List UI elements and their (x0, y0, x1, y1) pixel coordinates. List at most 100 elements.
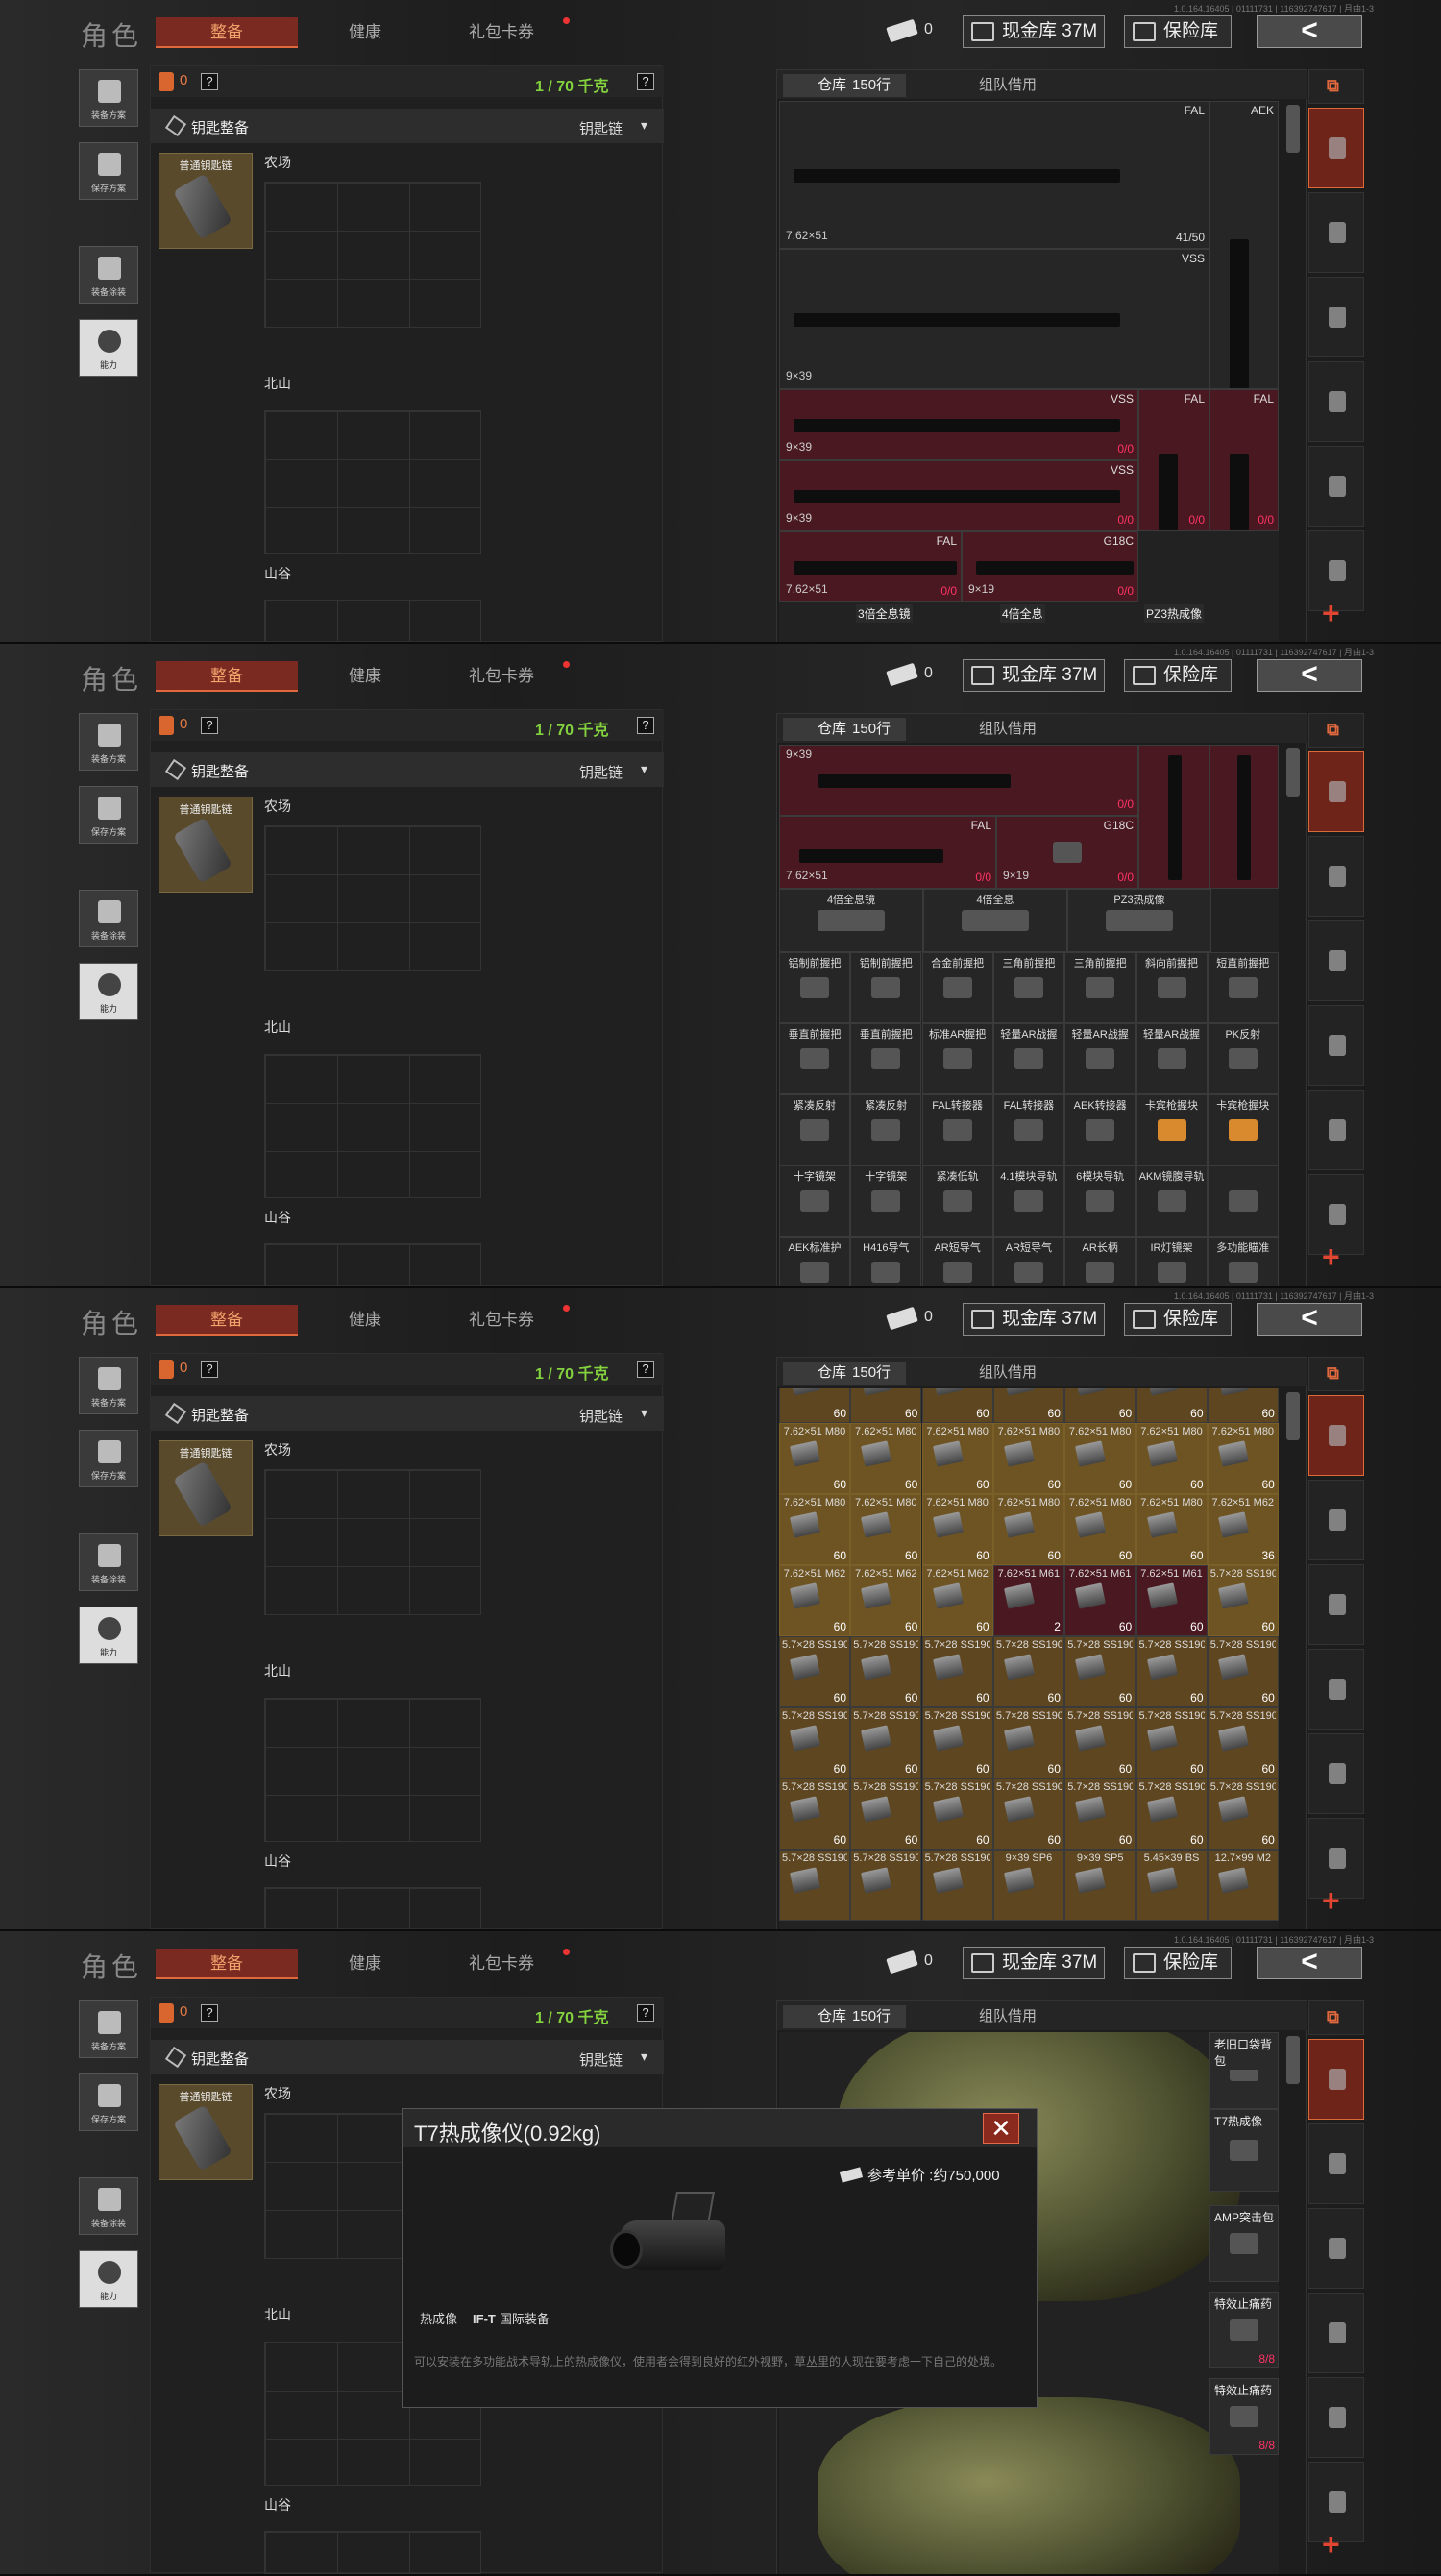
scope-cell[interactable]: 4倍全息镜 (779, 889, 923, 952)
category-tab-3[interactable] (1308, 1564, 1364, 1645)
category-tab-5[interactable] (1308, 1090, 1364, 1170)
item-aek-cell[interactable]: AEK (1209, 101, 1279, 389)
category-tab-2[interactable] (1308, 1480, 1364, 1560)
tab-loadout[interactable]: 整备 (156, 661, 298, 692)
category-tab-4[interactable] (1308, 1005, 1364, 1086)
ammo-stack-cell[interactable]: 5.7×28 SS190 60 (1064, 1707, 1136, 1779)
attachment-cell[interactable] (1207, 1165, 1279, 1237)
close-button[interactable]: ✕ (983, 2113, 1019, 2144)
ammo-stack-cell[interactable]: 7.62×51 M80 60 (850, 1423, 922, 1494)
ammo-stack-cell[interactable]: 9×39 SP5 (1064, 1850, 1136, 1921)
attachment-cell[interactable]: 斜向前握把 (1136, 952, 1208, 1023)
attachment-cell[interactable]: 轻量AR战握 (992, 1023, 1064, 1094)
ammo-stack-cell[interactable]: 7.62×51 M80 60 (1064, 1494, 1136, 1565)
rail-helmet[interactable]: 装备涂装 (79, 246, 138, 304)
attachment-cell[interactable]: 十字镜架 (779, 1165, 850, 1237)
ammo-stack-cell[interactable]: 7.62×51 M80 60 (779, 1494, 850, 1565)
ammo-stack-cell[interactable]: 5.7×28 SS190 60 (779, 1707, 850, 1779)
armor-help-icon[interactable]: ? (201, 73, 218, 90)
ammo-stack-cell[interactable]: 5.7×28 SS190 60 (1207, 1565, 1279, 1636)
category-sort-button[interactable]: ⧉ (1308, 2000, 1364, 2035)
ammo-stack-cell[interactable]: 5.7×28 SS190 60 (1064, 1636, 1136, 1707)
rail-backpack[interactable]: 装备方案 (79, 1357, 138, 1414)
tab-team-borrow[interactable]: 组队借用 (979, 2005, 1037, 2028)
ammo-stack-cell[interactable]: 5.7×28 SS190 60 (779, 1779, 850, 1850)
attachment-cell[interactable]: 垂直前握把 (850, 1023, 922, 1094)
ammo-stack-cell[interactable]: 7.62×51 M80 60 (921, 1423, 993, 1494)
safe-vault-button[interactable]: 保险库 (1124, 15, 1232, 48)
attachment-cell[interactable]: 紧凑反射 (779, 1094, 850, 1165)
back-button[interactable]: < (1257, 659, 1362, 692)
rail-ability[interactable]: 能力 (79, 319, 138, 377)
item-rifle-vertical-cell[interactable] (1209, 745, 1279, 889)
ammo-stack-cell[interactable]: 5.7×28 SS190 60 (1207, 1636, 1279, 1707)
category-tab-1[interactable] (1308, 751, 1364, 832)
item-vss-cell[interactable]: VSS 9×39 (779, 249, 1209, 389)
attachment-cell[interactable]: 6模块导轨 (1064, 1165, 1136, 1237)
attachment-cell[interactable]: 铝制前握把 (850, 952, 922, 1023)
attachment-cell[interactable]: FAL转接器 (921, 1094, 993, 1165)
attachment-cell[interactable]: 紧凑低轨 (921, 1165, 993, 1237)
keychain-select[interactable]: 钥匙链 (579, 762, 623, 782)
key-loadout-bar[interactable]: 钥匙整备 钥匙链 ▾ (151, 109, 664, 143)
ammo-stack-cell[interactable]: 9×39 SP6 (992, 1850, 1064, 1921)
ammo-stack-cell[interactable]: 7.62×51 M61 60 (1064, 1565, 1136, 1636)
safe-vault-button[interactable]: 保险库 (1124, 659, 1232, 692)
side-item-cell[interactable]: 老旧口袋背包 (1209, 2032, 1279, 2109)
safe-vault-button[interactable]: 保险库 (1124, 1303, 1232, 1336)
item-g18c-cell[interactable]: G18C 9×19 0/0 (962, 531, 1138, 602)
cash-vault-button[interactable]: 现金库 37M (963, 15, 1105, 48)
back-button[interactable]: < (1257, 1303, 1362, 1336)
cash-vault-button[interactable]: 现金库 37M (963, 659, 1105, 692)
weight-help-icon[interactable]: ? (637, 1361, 654, 1378)
attachment-cell[interactable]: AR短导气 (992, 1237, 1064, 1286)
cash-vault-button[interactable]: 现金库 37M (963, 1947, 1105, 1979)
ammo-stack-cell[interactable]: 5.7×28 SS190 (850, 1850, 922, 1921)
rail-backpack[interactable]: 装备方案 (79, 69, 138, 127)
ammo-stack-cell[interactable]: 7.62×51 M80 60 (992, 1423, 1064, 1494)
attachment-cell[interactable]: PK反射 (1207, 1023, 1279, 1094)
ammo-stack-cell[interactable]: 5.7×28 SS190 60 (992, 1636, 1064, 1707)
item-vss-cell[interactable]: 9×39 0/0 (779, 745, 1138, 816)
ammo-stack-cell[interactable]: 60 (992, 1388, 1064, 1423)
ammo-stack-cell[interactable]: 60 (850, 1388, 922, 1423)
ammo-stack-cell[interactable]: 5.7×28 SS190 60 (1207, 1707, 1279, 1779)
side-item-cell[interactable]: 特效止痛药 8/8 (1209, 2378, 1279, 2455)
armor-help-icon[interactable]: ? (201, 717, 218, 734)
ammo-stack-cell[interactable]: 7.62×51 M62 36 (1207, 1494, 1279, 1565)
rail-helmet[interactable]: 装备涂装 (79, 2177, 138, 2235)
category-tab-5[interactable] (1308, 1733, 1364, 1814)
category-tab-5[interactable] (1308, 2377, 1364, 2458)
category-sort-button[interactable]: ⧉ (1308, 713, 1364, 748)
side-item-cell[interactable]: 特效止痛药 8/8 (1209, 2292, 1279, 2368)
key-grid-valley-2[interactable] (264, 1887, 481, 1929)
armor-help-icon[interactable]: ? (201, 1361, 218, 1378)
key-grid-valley-2[interactable] (264, 1243, 481, 1286)
keychain-slot[interactable]: 普通钥匙链 (159, 2084, 253, 2180)
safe-vault-button[interactable]: 保险库 (1124, 1947, 1232, 1979)
item-fal-cell[interactable]: FAL 7.62×51 0/0 (779, 531, 962, 602)
tab-gift-vouchers[interactable]: 礼包卡券 (444, 661, 559, 692)
ammo-stack-cell[interactable]: 5.7×28 SS190 60 (921, 1636, 993, 1707)
ammo-stack-cell[interactable]: 7.62×51 M80 60 (1064, 1423, 1136, 1494)
tab-gift-vouchers[interactable]: 礼包卡券 (444, 17, 559, 48)
rail-backpack[interactable]: 装备方案 (79, 713, 138, 771)
ammo-stack-cell[interactable]: 5.7×28 SS190 60 (921, 1779, 993, 1850)
category-tab-3[interactable] (1308, 920, 1364, 1001)
item-g18c-cell[interactable]: G18C 9×19 0/0 (996, 816, 1138, 889)
keychain-slot[interactable]: 普通钥匙链 (159, 1440, 253, 1536)
category-tab-2[interactable] (1308, 2123, 1364, 2204)
category-sort-button[interactable]: ⧉ (1308, 69, 1364, 104)
item-fal-cell[interactable]: FAL 7.62×51 41/50 (779, 101, 1209, 249)
tab-team-borrow[interactable]: 组队借用 (979, 1362, 1037, 1385)
tab-health[interactable]: 健康 (327, 17, 403, 48)
item-rifle-vertical-cell[interactable] (1138, 745, 1209, 889)
weight-help-icon[interactable]: ? (637, 73, 654, 90)
tab-warehouse[interactable]: 仓库 150行 (783, 74, 906, 97)
keychain-slot[interactable]: 普通钥匙链 (159, 797, 253, 893)
attachment-cell[interactable]: 垂直前握把 (779, 1023, 850, 1094)
attachment-cell[interactable]: 标准AR握把 (921, 1023, 993, 1094)
attachment-cell[interactable]: 三角前握把 (1064, 952, 1136, 1023)
ammo-stack-cell[interactable]: 7.62×51 M61 2 (992, 1565, 1064, 1636)
category-tab-2[interactable] (1308, 836, 1364, 917)
